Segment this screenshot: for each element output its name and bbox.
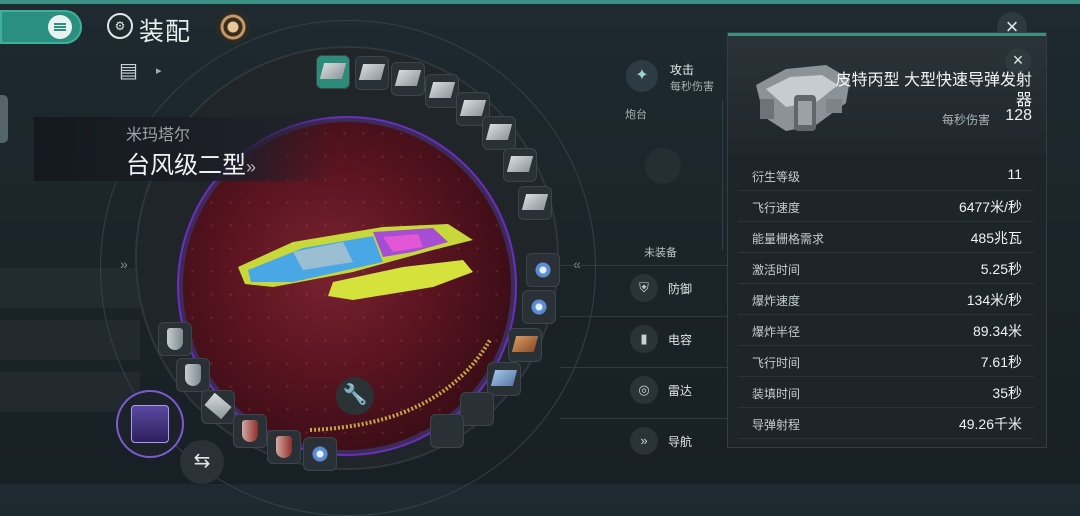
category-label: 电容 <box>668 333 693 347</box>
turret-header: 炮台 <box>625 109 647 121</box>
high-slot[interactable] <box>425 74 459 108</box>
wrench-icon[interactable]: 🔧 <box>336 377 374 415</box>
low-slot[interactable] <box>176 358 210 392</box>
stat-value: 35秒 <box>992 385 1022 401</box>
low-slot[interactable] <box>267 430 301 464</box>
low-slot[interactable] <box>158 322 192 356</box>
stat-value: 134米/秒 <box>966 292 1022 308</box>
stat-value: 11 <box>1007 166 1022 182</box>
high-slot[interactable] <box>503 148 537 182</box>
stat-row: 激活时间 5.25秒 <box>738 253 1034 284</box>
high-slot[interactable] <box>482 116 516 150</box>
module-name: 皮特丙型 大型快速导弹发射器 <box>835 72 1032 109</box>
battery-icon: ▮ <box>630 325 658 353</box>
stat-row: 导弹射程 49.26千米 <box>738 408 1034 439</box>
stat-key: 激活时间 <box>752 263 801 277</box>
fitting-list-icon[interactable]: ▤ <box>119 58 149 88</box>
left-drawer-tab[interactable] <box>0 95 8 143</box>
navigation-icon: » <box>630 427 658 455</box>
divider <box>560 418 730 419</box>
dps-label: 每秒伤害 <box>942 113 991 127</box>
stat-key: 飞行时间 <box>752 356 801 370</box>
left-row-band <box>0 372 140 412</box>
shield-icon: ⛨ <box>630 274 658 302</box>
stat-key: 爆炸速度 <box>752 294 801 308</box>
rig-slot[interactable] <box>303 437 337 471</box>
divider <box>722 100 723 250</box>
card-accent-line <box>728 33 1046 36</box>
divider <box>560 316 730 317</box>
swap-icon[interactable]: ⇆ <box>180 440 224 484</box>
stat-key: 能量栅格需求 <box>752 232 825 246</box>
capacity-progress-arc <box>309 338 492 432</box>
stat-key: 装填时间 <box>752 387 801 401</box>
stat-key: 导弹射程 <box>752 418 801 432</box>
category-defense[interactable]: ⛨ 防御 <box>620 268 730 308</box>
stat-row: 飞行时间 7.61秒 <box>738 346 1034 377</box>
stat-value: 7.61秒 <box>980 354 1022 370</box>
high-slot[interactable] <box>316 55 350 89</box>
dps-value: 128 <box>1005 107 1032 124</box>
divider <box>560 367 730 368</box>
stat-row: 能量栅格需求 485兆瓦 <box>738 222 1034 253</box>
ship-label-panel: 米玛塔尔 台风级二型» <box>34 117 334 181</box>
helmet-icon: ⚙ <box>107 13 133 39</box>
mid-slot[interactable] <box>522 290 556 324</box>
ship-name-text: 台风级二型 <box>126 152 246 179</box>
stat-key: 衍生等级 <box>752 170 801 184</box>
stat-row: 爆炸半径 89.34米 <box>738 315 1034 346</box>
ship-name-chevron: » <box>246 157 257 177</box>
category-navigation[interactable]: » 导航 <box>620 421 730 461</box>
radar-icon: ◎ <box>630 376 658 404</box>
target-icon[interactable] <box>216 10 250 44</box>
category-capacitor[interactable]: ▮ 电容 <box>620 319 730 359</box>
category-label: 雷达 <box>668 384 693 398</box>
module-detail-card: × 皮特丙型 大型快速导弹发射器 每秒伤害 128 衍生等级 11 飞行速度 6… <box>728 33 1046 447</box>
low-slot[interactable] <box>233 414 267 448</box>
divider <box>560 265 730 266</box>
stat-value: 89.34米 <box>972 323 1022 339</box>
stat-row: 装填时间 35秒 <box>738 377 1034 408</box>
hamburger-icon <box>48 15 72 39</box>
category-radar[interactable]: ◎ 雷达 <box>620 370 730 410</box>
turret-placeholder-icon <box>645 148 681 184</box>
attack-sub-label: 每秒伤害 <box>670 81 714 93</box>
high-slot[interactable] <box>518 186 552 220</box>
menu-button[interactable] <box>0 10 82 44</box>
top-accent-line <box>0 0 1080 4</box>
stat-value: 485兆瓦 <box>970 230 1022 246</box>
unequipped-label: 未装备 <box>644 247 677 259</box>
ship-name[interactable]: 台风级二型» <box>126 145 256 180</box>
low-slot[interactable] <box>201 390 235 424</box>
stat-value: 5.25秒 <box>980 261 1022 277</box>
high-slot[interactable] <box>391 62 425 96</box>
stat-row: 爆炸速度 134米/秒 <box>738 284 1034 315</box>
stat-value: 6477米/秒 <box>958 199 1022 215</box>
category-label: 防御 <box>668 282 693 296</box>
stat-key: 飞行速度 <box>752 201 801 215</box>
mid-slot[interactable] <box>526 253 560 287</box>
ship-card-button[interactable] <box>118 392 182 456</box>
attack-icon[interactable]: ✦ <box>626 60 658 92</box>
ship-model <box>238 224 473 300</box>
page-title: 装配 <box>139 18 192 46</box>
chevron-right-icon: ▸ <box>156 65 162 77</box>
mid-slot[interactable] <box>508 328 542 362</box>
high-slot[interactable] <box>355 56 389 90</box>
stat-row: 衍生等级 11 <box>738 160 1034 191</box>
stat-row: 飞行速度 6477米/秒 <box>738 191 1034 222</box>
stat-key: 爆炸半径 <box>752 325 801 339</box>
attack-label: 攻击 <box>670 63 695 77</box>
stat-value: 49.26千米 <box>958 416 1022 432</box>
category-label: 导航 <box>668 435 693 449</box>
ship-faction: 米玛塔尔 <box>126 127 191 144</box>
